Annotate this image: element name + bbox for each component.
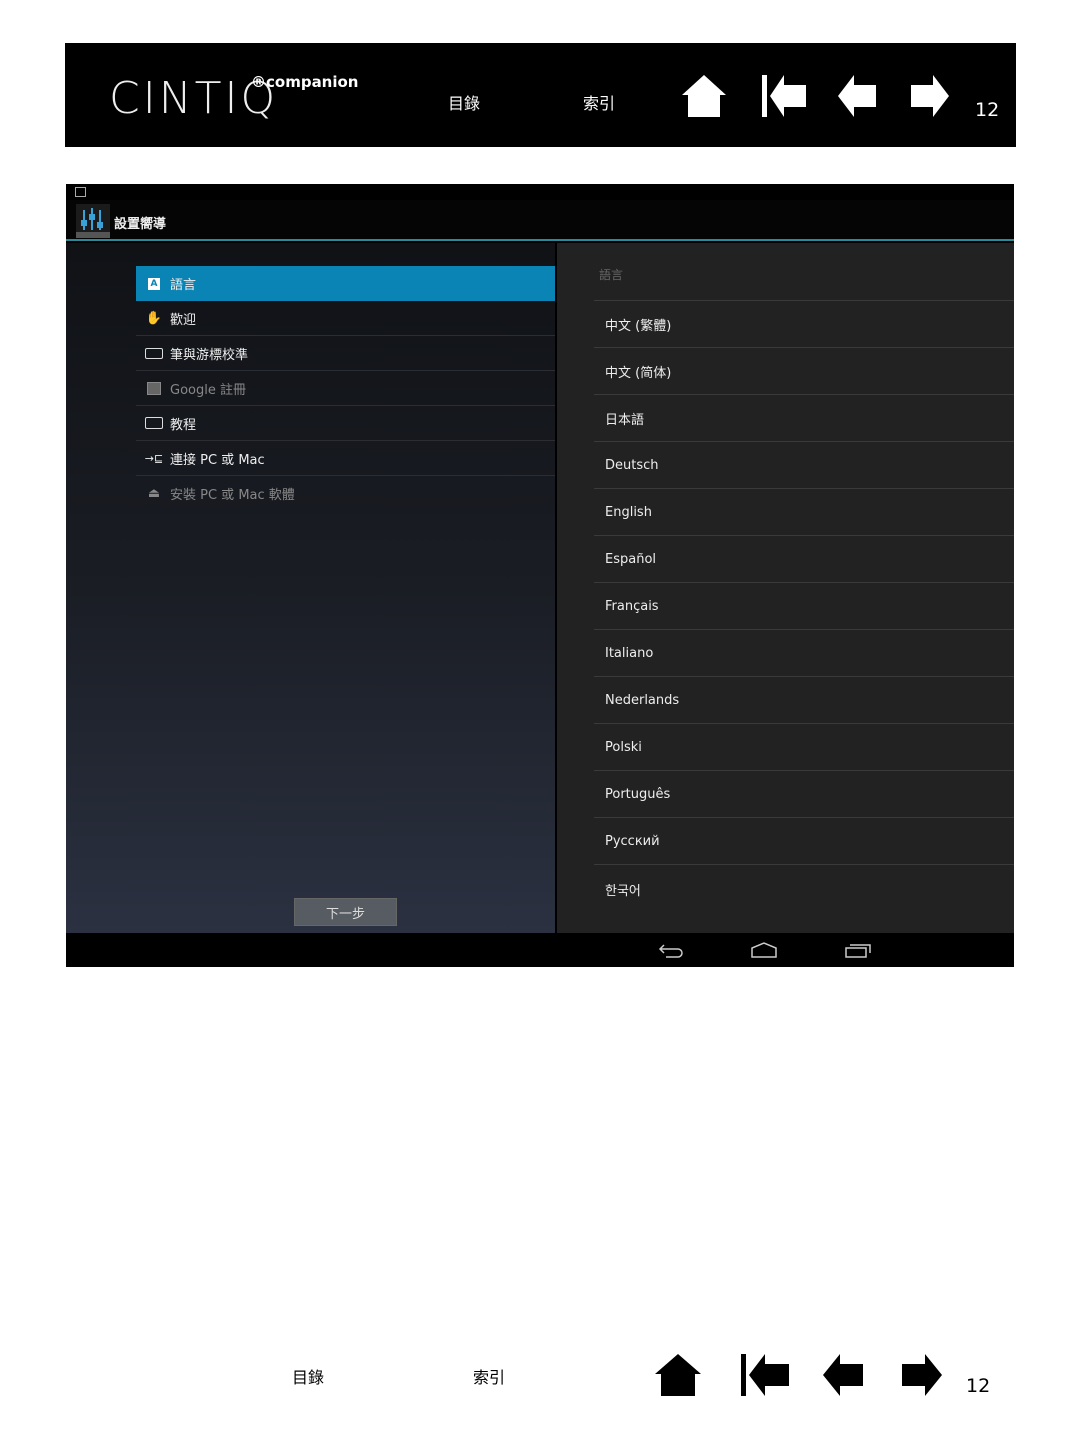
tablet-pen-icon bbox=[144, 345, 164, 361]
menu-item-google-registration[interactable]: Google 註冊 bbox=[136, 371, 555, 406]
menu-item-connect[interactable]: →⊑ 連接 PC 或 Mac bbox=[136, 441, 555, 476]
language-item[interactable]: English bbox=[594, 488, 1014, 535]
connect-icon: →⊑ bbox=[144, 451, 164, 465]
menu-item-pen-calibration[interactable]: 筆與游標校準 bbox=[136, 336, 555, 371]
menu-item-language[interactable]: A 語言 bbox=[136, 266, 555, 301]
app-icon bbox=[76, 204, 110, 238]
menu-label: 語言 bbox=[170, 278, 197, 293]
footer-next-page-icon[interactable] bbox=[902, 1354, 942, 1396]
index-link[interactable]: 索引 bbox=[583, 90, 615, 114]
first-page-icon[interactable] bbox=[762, 75, 806, 117]
footer-home-icon[interactable] bbox=[655, 1354, 701, 1396]
language-icon: A bbox=[144, 276, 164, 292]
status-bar bbox=[66, 184, 1014, 200]
menu-label: 連接 PC 或 Mac bbox=[170, 452, 265, 468]
language-item[interactable]: 中文 (繁體) bbox=[594, 300, 1014, 347]
notification-icon bbox=[75, 187, 86, 197]
install-icon: ⏏ bbox=[147, 486, 161, 501]
menu-label: 教程 bbox=[170, 417, 197, 433]
menu-item-install[interactable]: ⏏ 安裝 PC 或 Mac 軟體 bbox=[136, 476, 555, 511]
app-screenshot: 設置嚮導 A 語言 ✋ 歡迎 筆與游標校準 Google 註冊 教程 →⊑ 連接 PC… bbox=[66, 184, 1014, 967]
language-item[interactable]: 한국어 bbox=[594, 864, 1014, 911]
menu-label: 筆與游標校準 bbox=[170, 347, 249, 363]
list-header: 語言 bbox=[599, 268, 624, 282]
toc-link[interactable]: 目錄 bbox=[448, 90, 480, 114]
logo-companion: ®companion bbox=[251, 73, 359, 91]
language-item[interactable]: 中文 (简体) bbox=[594, 347, 1014, 394]
menu-item-welcome[interactable]: ✋ 歡迎 bbox=[136, 301, 555, 336]
app-title: 設置嚮導 bbox=[114, 217, 167, 232]
monitor-icon bbox=[144, 415, 164, 431]
image-icon bbox=[144, 380, 164, 396]
wave-hand-icon: ✋ bbox=[145, 310, 163, 326]
language-item[interactable]: Polski bbox=[594, 723, 1014, 770]
footer-toc-link[interactable]: 目錄 bbox=[292, 1364, 324, 1388]
menu-label: 安裝 PC 或 Mac 軟體 bbox=[170, 488, 295, 503]
footer-page-number: 12 bbox=[966, 1375, 991, 1397]
footer-previous-page-icon[interactable] bbox=[823, 1354, 863, 1396]
language-item[interactable]: 日本語 bbox=[594, 394, 1014, 441]
previous-page-icon[interactable] bbox=[838, 75, 876, 117]
recent-apps-icon[interactable] bbox=[844, 941, 872, 959]
menu-label: 歡迎 bbox=[170, 312, 197, 328]
setup-menu-pane: A 語言 ✋ 歡迎 筆與游標校準 Google 註冊 教程 →⊑ 連接 PC 或 Ma… bbox=[66, 243, 555, 933]
android-nav-bar bbox=[66, 933, 1014, 967]
action-bar: 設置嚮導 bbox=[66, 200, 1014, 241]
language-item[interactable]: Español bbox=[594, 535, 1014, 582]
next-button[interactable]: 下一步 bbox=[294, 898, 397, 926]
home-nav-icon[interactable] bbox=[750, 941, 778, 959]
menu-item-tutorial[interactable]: 教程 bbox=[136, 406, 555, 441]
footer-first-page-icon[interactable] bbox=[741, 1354, 789, 1396]
next-page-icon[interactable] bbox=[911, 75, 949, 117]
back-icon[interactable] bbox=[658, 941, 684, 959]
page-number: 12 bbox=[975, 99, 1000, 121]
language-item[interactable]: Português bbox=[594, 770, 1014, 817]
language-item[interactable]: Русский bbox=[594, 817, 1014, 864]
language-item[interactable]: Italiano bbox=[594, 629, 1014, 676]
language-list-pane: 語言 中文 (繁體) 中文 (简体) 日本語 Deutsch English E… bbox=[557, 243, 1014, 933]
language-item[interactable]: Nederlands bbox=[594, 676, 1014, 723]
menu-label: Google 註冊 bbox=[170, 382, 246, 398]
footer-index-link[interactable]: 索引 bbox=[473, 1364, 505, 1388]
language-item[interactable]: Français bbox=[594, 582, 1014, 629]
document-header: CINTIQ ®companion 目錄 索引 12 bbox=[65, 43, 1016, 147]
language-item[interactable]: Deutsch bbox=[594, 441, 1014, 488]
home-icon[interactable] bbox=[682, 75, 726, 117]
